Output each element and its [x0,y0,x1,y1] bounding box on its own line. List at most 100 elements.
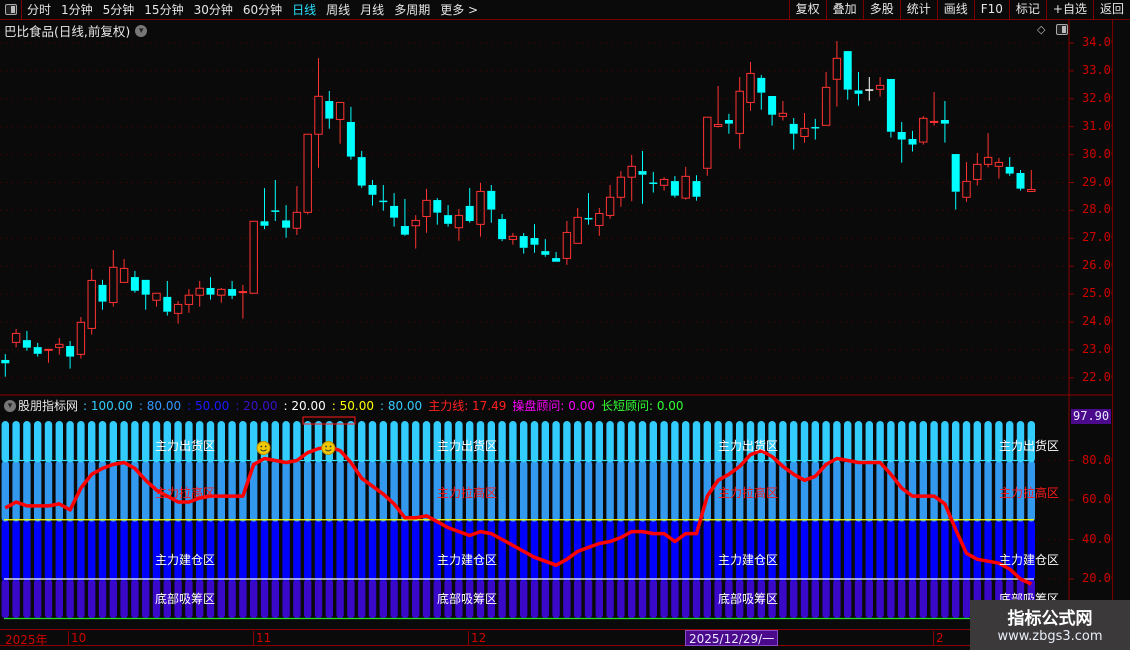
candle-body [119,267,129,283]
indicator-bar-segment [541,460,549,522]
indicator-bar-segment [595,421,603,463]
candle-body [1016,173,1025,189]
candle [11,328,21,348]
indicator-bar-segment [88,460,96,522]
candle [152,292,161,307]
indicator-bar-segment [649,579,657,619]
panel-layout-button[interactable] [1056,24,1068,35]
toolbar-button[interactable]: 多股 [862,0,900,20]
candle [649,171,658,193]
candle [746,61,755,111]
indicator-bar-segment [541,421,549,463]
candle-body [789,123,798,134]
candle-body [778,112,788,117]
zone-label: 主力拉高区 [999,486,1060,500]
candle-body [562,231,572,259]
chevron-down-icon[interactable]: ▾ [4,399,16,412]
tab-period[interactable]: 多周期 [389,1,435,18]
indicator-bar-segment [790,519,798,581]
candle-body [951,154,960,192]
candle [519,232,528,254]
tab-period[interactable]: 5分钟 [98,1,140,18]
tab-period[interactable]: 30分钟 [189,1,238,18]
tab-period[interactable]: 更多 > [435,1,483,18]
candle-body [983,156,993,165]
candle [346,106,355,160]
indicator-bar-segment [1,421,9,463]
indicator-name[interactable]: 股朋指标网 [18,397,78,414]
candle [141,279,150,310]
candle [119,258,129,283]
candle [206,277,215,300]
candle-body [681,175,690,199]
candle [886,78,895,138]
diamond-icon[interactable]: ◇ [1037,23,1045,36]
chevron-down-icon[interactable]: ▾ [135,24,148,37]
candle-body [109,266,118,303]
zone-label: 主力出货区 [718,439,779,453]
indicator-bar-segment [509,460,517,522]
candle-body [1027,188,1036,192]
toolbar-button[interactable]: +自选 [1045,0,1093,20]
candle [260,188,269,230]
indicator-bar-segment [390,460,398,522]
right-side-panel[interactable] [1112,20,1130,650]
toolbar-button[interactable]: F10 [973,0,1009,20]
indicator-bar-segment [898,421,906,463]
indicator-bar-segment [617,421,625,463]
indicator-bar-segment [811,579,819,619]
toolbar-button[interactable]: 返回 [1092,0,1130,20]
candle [325,90,334,129]
indicator-bar-segment [584,579,593,619]
indicator-bar-segment [595,519,603,581]
zone-label: 主力建仓区 [999,553,1060,567]
candle-body [1005,166,1014,174]
time-label: 2 [933,631,944,646]
indicator-bar-segment [703,421,711,463]
indicator-bar-segment [260,519,269,581]
smiley-icon [256,441,271,455]
panel-toggle-button[interactable] [0,0,22,20]
tab-period[interactable]: 日线 [287,1,321,18]
indicator-bar-segment [55,579,63,619]
indicator-bar-segment [142,519,150,581]
candle-body [335,101,345,120]
indicator-bar-segment [44,519,53,581]
candle [98,279,107,310]
zone-label: 主力拉高区 [437,486,498,500]
toolbar-button[interactable]: 画线 [936,0,974,20]
tab-period[interactable]: 15分钟 [139,1,188,18]
indicator-bar-segment [509,519,517,581]
toolbar-button[interactable]: 统计 [899,0,937,20]
candle [692,175,701,201]
candle-body [55,343,64,348]
candle [778,101,788,121]
indicator-bar-segment [790,579,798,619]
indicator-bar-segment [12,579,20,619]
toolbar-button[interactable]: 复权 [788,0,826,20]
candle [724,113,733,134]
indicator-bar-segment [952,421,960,463]
tab-period[interactable]: 分时 [22,1,56,18]
indicator-bar-segment [919,519,927,581]
candle-body [422,199,431,218]
candle-body [573,216,582,244]
indicator-bar-segment [595,579,603,619]
indicator-bar-segment [692,421,701,463]
toolbar-button[interactable]: 标记 [1008,0,1046,20]
candle [390,193,399,227]
indicator-bar-segment [844,519,852,581]
indicator-bar-segment [55,421,63,463]
tab-period[interactable]: 60分钟 [238,1,287,18]
toolbar-button[interactable]: 叠加 [825,0,863,20]
candle [670,176,679,198]
candle-body [130,277,139,291]
tab-period[interactable]: 周线 [321,1,355,18]
indicator-bar-segment [228,519,236,581]
tab-period[interactable]: 月线 [355,1,389,18]
panel-icon [1056,24,1068,35]
tab-period[interactable]: 1分钟 [56,1,98,18]
candle-body [649,182,658,184]
zone-label: 主力建仓区 [718,553,779,567]
candle [919,116,928,145]
